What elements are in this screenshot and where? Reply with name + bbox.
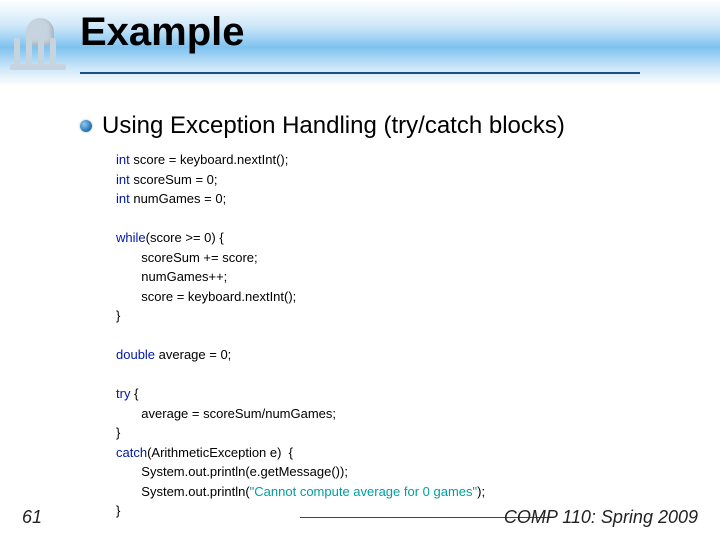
code-text: ); — [477, 484, 485, 499]
slide: Example Using Exception Handling (try/ca… — [0, 0, 720, 540]
code-text: numGames = 0; — [130, 191, 226, 206]
keyword: double — [116, 347, 155, 362]
bullet-icon — [80, 120, 92, 132]
keyword: while — [116, 230, 146, 245]
course-label: COMP 110: Spring 2009 — [504, 507, 698, 528]
code-text: { — [130, 386, 138, 401]
code-text: score = keyboard.nextInt(); — [130, 152, 289, 167]
code-text: (score >= 0) { — [146, 230, 224, 245]
bullet-line: Using Exception Handling (try/catch bloc… — [80, 112, 680, 140]
slide-subtitle: Using Exception Handling (try/catch bloc… — [102, 112, 565, 140]
code-text: System.out.println(e.getMessage()); — [141, 464, 348, 479]
code-text: System.out.println( — [141, 484, 249, 499]
keyword: catch — [116, 445, 147, 460]
code-text: average = scoreSum/numGames; — [141, 406, 336, 421]
code-text: (ArithmeticException e) { — [147, 445, 293, 460]
code-text: scoreSum = 0; — [130, 172, 218, 187]
page-number: 61 — [22, 507, 42, 528]
keyword: int — [116, 152, 130, 167]
slide-title: Example — [80, 10, 245, 55]
code-text: average = 0; — [155, 347, 231, 362]
keyword: int — [116, 191, 130, 206]
keyword: try — [116, 386, 130, 401]
unc-rotunda-logo — [8, 14, 72, 70]
title-underline — [80, 72, 640, 74]
code-text: } — [116, 425, 120, 440]
code-block: int score = keyboard.nextInt(); int scor… — [116, 150, 660, 521]
keyword: int — [116, 172, 130, 187]
code-text: scoreSum += score; — [141, 250, 257, 265]
code-text: score = keyboard.nextInt(); — [141, 289, 296, 304]
code-text: numGames++; — [141, 269, 227, 284]
code-text: } — [116, 308, 120, 323]
footer: 61 COMP 110: Spring 2009 — [0, 504, 720, 530]
string-literal: "Cannot compute average for 0 games" — [250, 484, 477, 499]
